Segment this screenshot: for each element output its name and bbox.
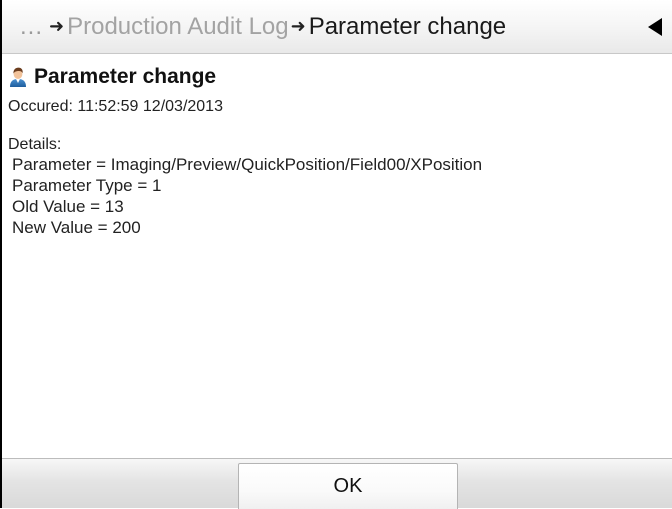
event-heading: Parameter change	[8, 62, 668, 92]
event-timestamp: Occured: 11:52:59 12/03/2013	[8, 98, 223, 115]
breadcrumb-arrow-icon: ➜	[49, 16, 65, 36]
footer-bar: OK	[2, 458, 672, 509]
breadcrumb: ... ➜ Production Audit Log ➜ Parameter c…	[2, 13, 506, 41]
event-title: Parameter change	[34, 65, 217, 88]
breadcrumb-item-parameter-change: Parameter change	[308, 12, 507, 40]
back-button[interactable]	[644, 14, 666, 40]
title-bar: ... ➜ Production Audit Log ➜ Parameter c…	[2, 0, 672, 54]
detail-new-value: New Value = 200	[12, 218, 141, 237]
event-detail-panel: Parameter change Occured: 11:52:59 12/03…	[8, 62, 668, 238]
detail-parameter-type: Parameter Type = 1	[12, 176, 162, 195]
ok-button[interactable]: OK	[238, 463, 458, 509]
detail-parameter: Parameter = Imaging/Preview/QuickPositio…	[12, 155, 483, 174]
user-icon	[10, 67, 26, 87]
dialog-window: ... ➜ Production Audit Log ➜ Parameter c…	[0, 0, 672, 509]
breadcrumb-arrow-icon: ➜	[290, 16, 306, 36]
details-label: Details:	[8, 136, 62, 153]
breadcrumb-ellipsis[interactable]: ...	[20, 13, 43, 41]
detail-old-value: Old Value = 13	[12, 197, 124, 216]
breadcrumb-item-production-audit-log[interactable]: Production Audit Log	[67, 13, 289, 41]
triangle-left-icon	[648, 18, 662, 36]
